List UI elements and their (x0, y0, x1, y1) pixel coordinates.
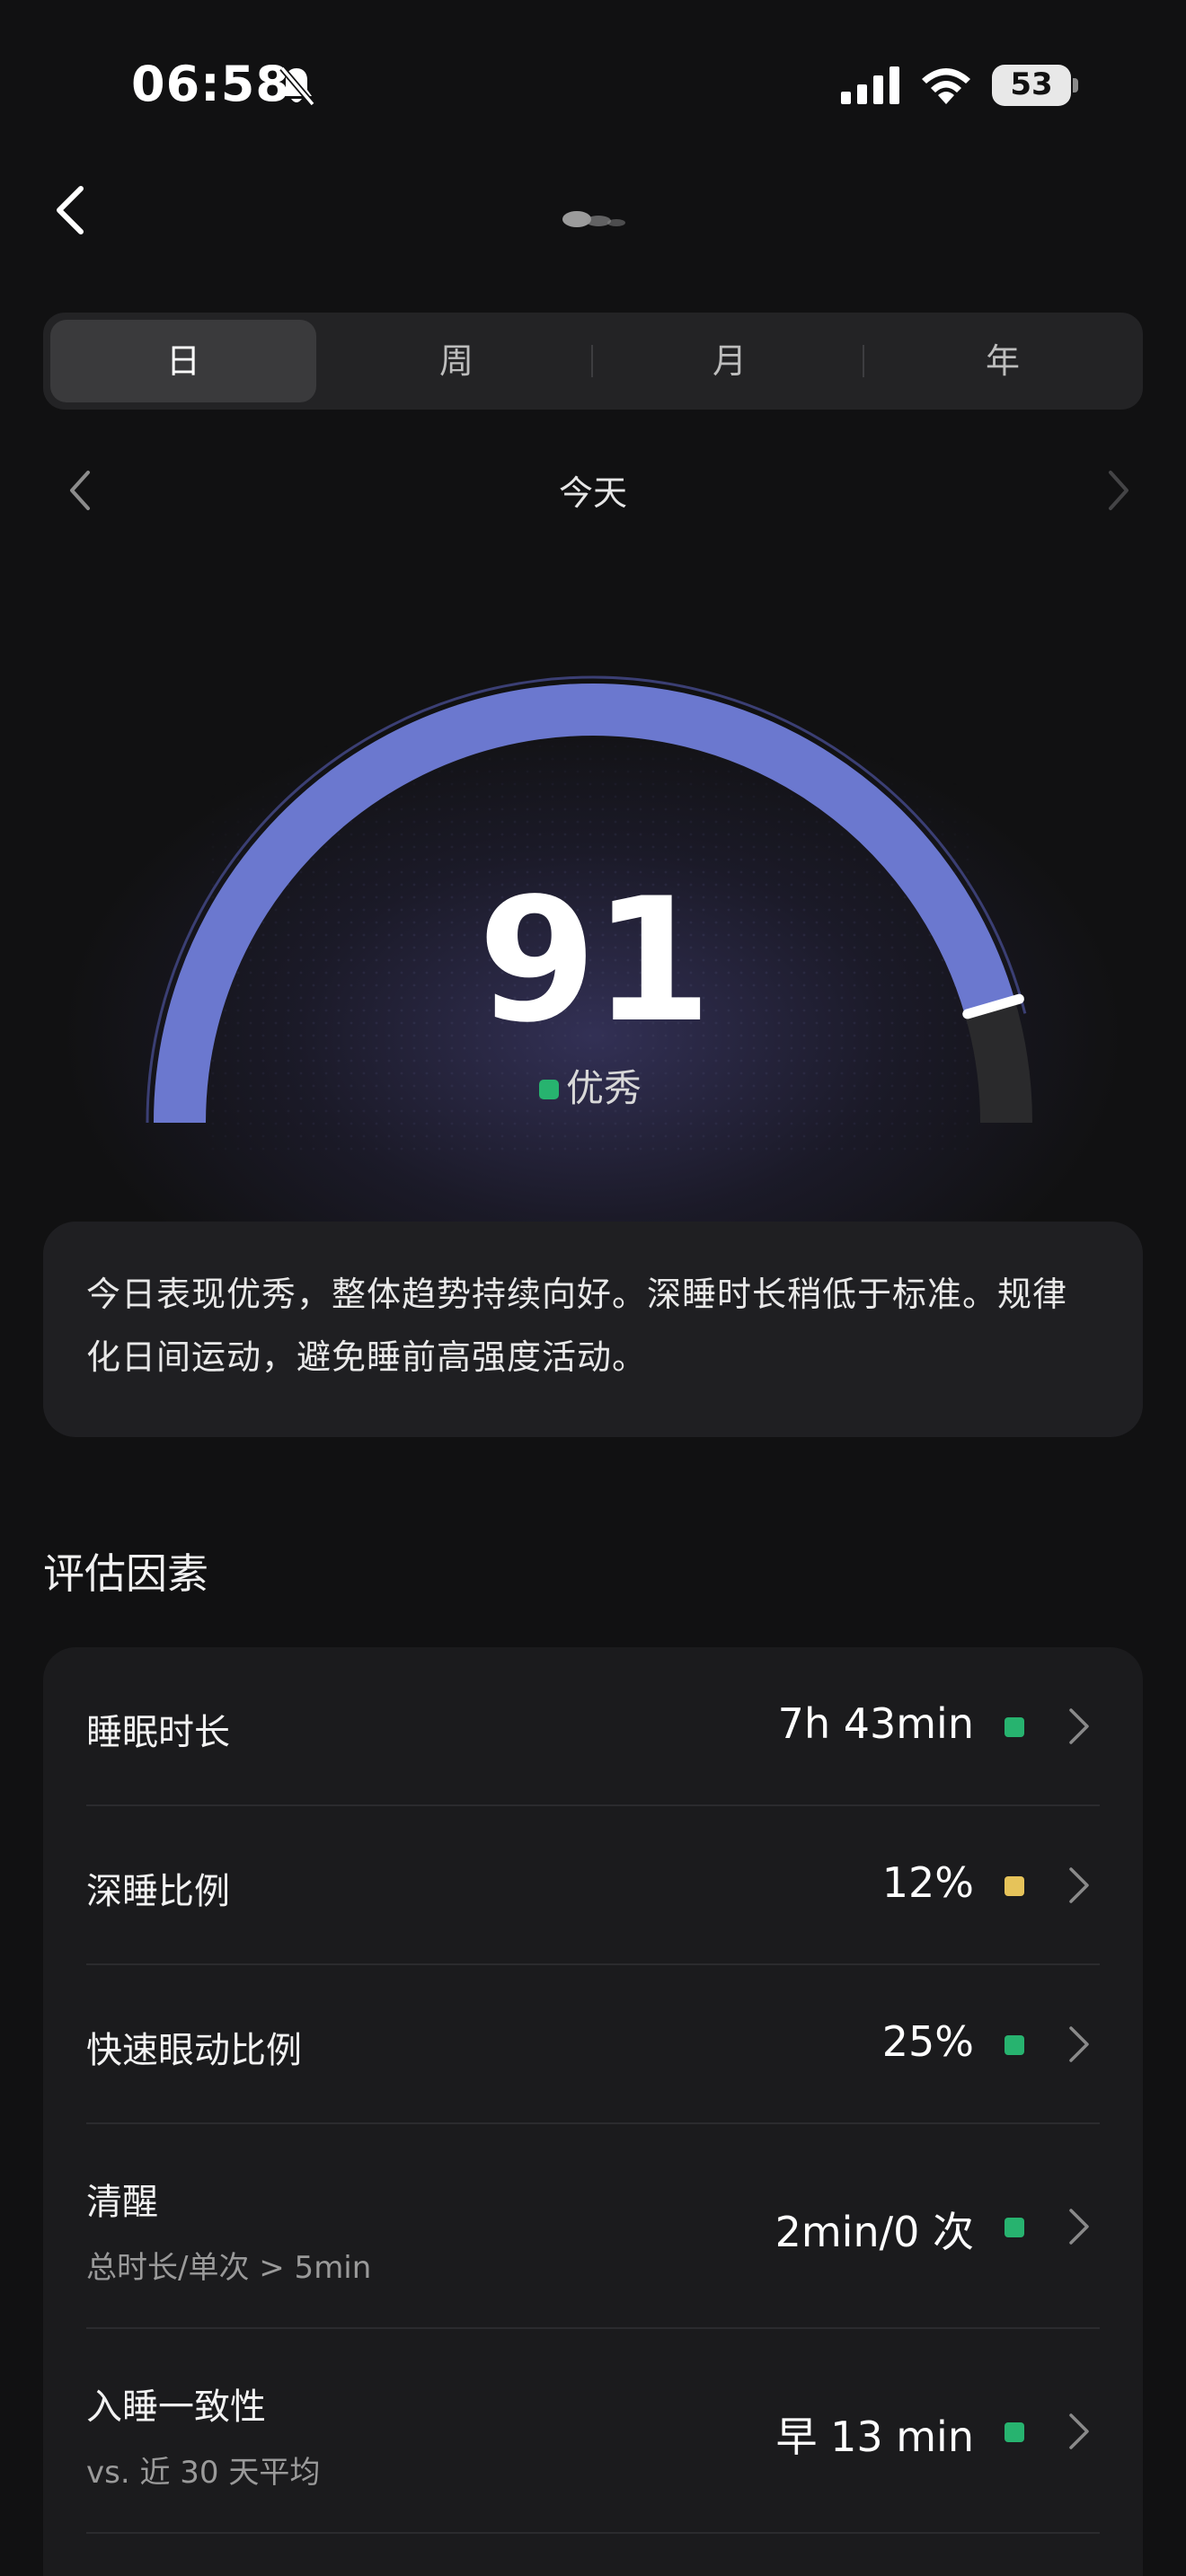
next-day-button[interactable] (1105, 467, 1132, 514)
tab-day[interactable]: 日 (50, 320, 316, 402)
factor-value: 7h 43min (777, 1699, 974, 1748)
grade-indicator (539, 1080, 559, 1099)
factor-row-deep-sleep-ratio[interactable]: 深睡比例 12% (86, 1806, 1100, 1965)
tab-month[interactable]: 月 (597, 320, 863, 402)
factor-sublabel: 总时长/单次 > 5min (86, 2250, 372, 2286)
sleep-score-value: 91 (477, 861, 712, 1060)
status-bar: 06:58 53 (0, 0, 1186, 171)
back-button[interactable] (50, 183, 90, 237)
battery-level: 53 (1010, 66, 1053, 102)
battery-icon: 53 (992, 65, 1078, 106)
chevron-right-icon (1069, 2209, 1089, 2245)
date-label: 今天 (558, 473, 627, 513)
factor-label: 深睡比例 (86, 1871, 230, 1912)
chevron-right-icon (1069, 2026, 1089, 2062)
factor-value: 早 13 min (775, 2413, 974, 2461)
status-time: 06:58 (131, 56, 290, 112)
sleep-score-page: 06:58 53 日 周 月 年 今天 91 优秀 今日表现优秀，整体趋势持续向… (0, 0, 1186, 2576)
grade-label: 优秀 (566, 1066, 642, 1110)
status-indicator (1005, 1876, 1024, 1896)
summary-text: 今日表现优秀，整体趋势持续向好。深睡时长稍低于标准。规律化日间运动，避免睡前高强… (86, 1275, 1068, 1377)
tab-week[interactable]: 周 (323, 320, 589, 402)
period-tabs: 日 周 月 年 (43, 313, 1143, 410)
factor-row-sleep-duration[interactable]: 睡眠时长 7h 43min (86, 1647, 1100, 1806)
factors-list: 睡眠时长 7h 43min 深睡比例 12% 快速眼动比例 25% 清醒 总时长… (43, 1647, 1143, 2576)
chevron-right-icon (1069, 2413, 1089, 2449)
cellular-signal-icon (841, 66, 899, 104)
page-title-redacted (562, 211, 625, 227)
factor-value: 2min/0 次 (774, 2208, 974, 2256)
status-indicator (1005, 2422, 1024, 2442)
status-indicator (1005, 1717, 1024, 1737)
summary-card: 今日表现优秀，整体趋势持续向好。深睡时长稍低于标准。规律化日间运动，避免睡前高强… (43, 1222, 1143, 1437)
status-indicator (1005, 2218, 1024, 2237)
row-divider (86, 2532, 1100, 2534)
chevron-right-icon (1069, 1708, 1089, 1744)
factor-label: 快速眼动比例 (86, 2030, 302, 2071)
battery-tip (1073, 78, 1078, 93)
wifi-icon (922, 68, 970, 104)
factor-label: 清醒 (86, 2182, 158, 2223)
status-indicator (1005, 2035, 1024, 2055)
factors-title: 评估因素 (43, 1549, 208, 1598)
factor-row-rem-ratio[interactable]: 快速眼动比例 25% (86, 1965, 1100, 2124)
tab-year[interactable]: 年 (870, 320, 1136, 402)
tab-separator (591, 345, 593, 377)
factor-sublabel: vs. 近 30 天平均 (86, 2455, 321, 2491)
factor-row-sleep-consistency[interactable]: 入睡一致性 vs. 近 30 天平均 早 13 min (86, 2329, 1100, 2534)
chevron-right-icon (1069, 1867, 1089, 1903)
bell-slash-icon (279, 66, 315, 107)
factor-value: 25% (881, 2017, 974, 2066)
score-grade: 优秀 (539, 1063, 642, 1114)
factor-label: 睡眠时长 (86, 1712, 230, 1753)
factor-label: 入睡一致性 (86, 2386, 266, 2428)
factor-value: 12% (881, 1858, 974, 1907)
tab-separator (863, 345, 864, 377)
factor-row-awake[interactable]: 清醒 总时长/单次 > 5min 2min/0 次 (86, 2124, 1100, 2329)
